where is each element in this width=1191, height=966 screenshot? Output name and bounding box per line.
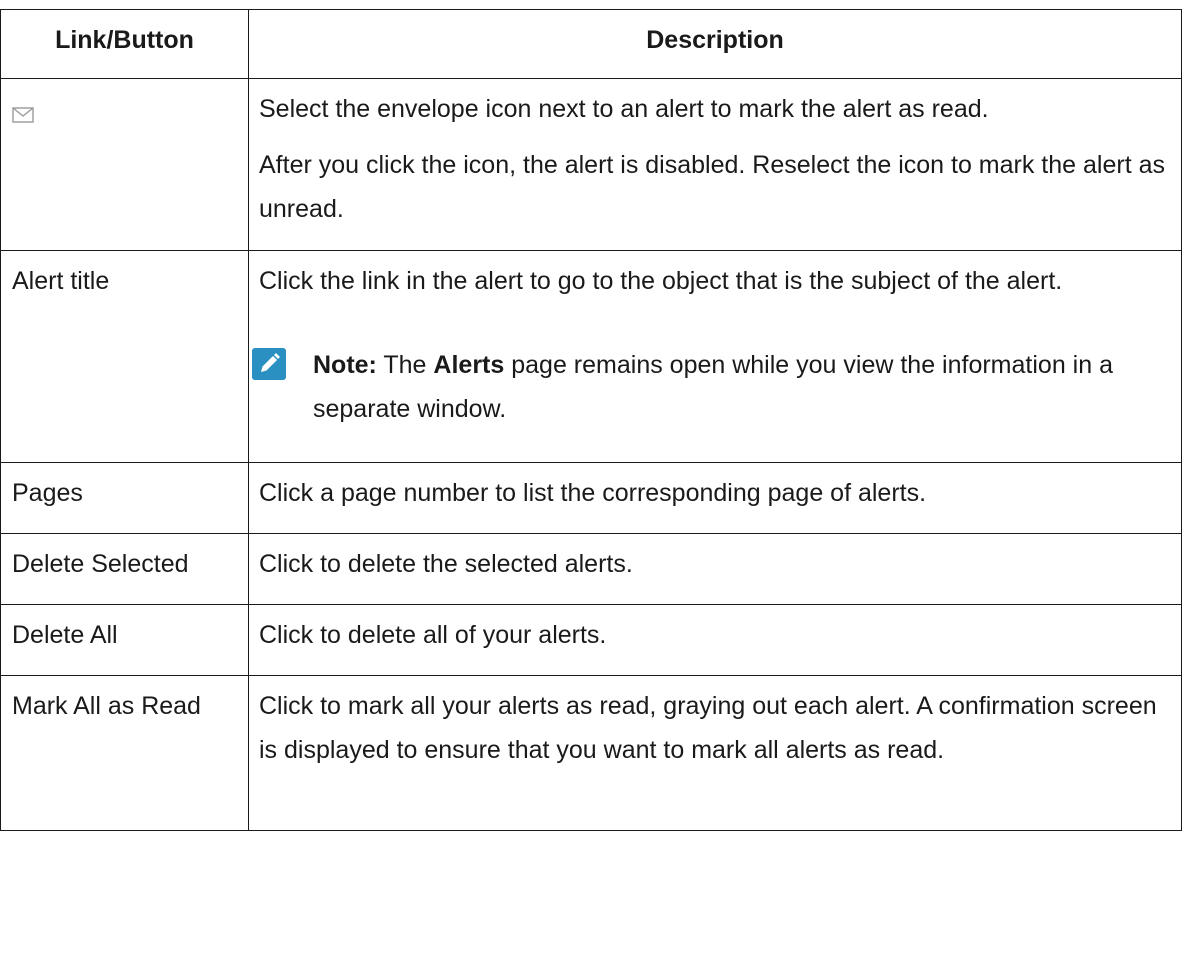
description-cell: Click the link in the alert to go to the… <box>248 250 1182 463</box>
description-text: After you click the icon, the alert is d… <box>259 151 1165 223</box>
header-description: Description <box>248 9 1182 79</box>
description-text: Click to mark all your alerts as read, g… <box>259 692 1157 764</box>
description-cell: Click a page number to list the correspo… <box>248 462 1182 534</box>
link-cell: Pages <box>0 462 249 534</box>
link-cell: Alert title <box>0 250 249 463</box>
note-label: Note: <box>313 351 377 379</box>
description-text: Select the envelope icon next to an aler… <box>259 95 989 123</box>
description-text: Click to delete the selected alerts. <box>259 550 633 578</box>
description-cell: Click to delete the selected alerts. <box>248 533 1182 605</box>
note-text: The <box>376 351 434 379</box>
link-cell <box>0 78 249 251</box>
note-bold-term: Alerts <box>433 351 505 379</box>
table-row: Pages Click a page number to list the co… <box>0 462 1182 534</box>
description-text: Click the link in the alert to go to the… <box>259 267 1063 295</box>
table-row: Delete Selected Click to delete the sele… <box>0 533 1182 605</box>
description-cell: Select the envelope icon next to an aler… <box>248 78 1182 251</box>
description-cell: Click to delete all of your alerts. <box>248 604 1182 676</box>
envelope-icon[interactable] <box>12 93 34 137</box>
link-cell: Delete Selected <box>0 533 249 605</box>
table-row: Select the envelope icon next to an aler… <box>0 78 1182 251</box>
link-cell: Delete All <box>0 604 249 676</box>
description-text: Click a page number to list the correspo… <box>259 479 927 507</box>
note-callout: Note: The Alerts page remains open while… <box>252 343 1171 431</box>
table-row: Alert title Click the link in the alert … <box>0 250 1182 463</box>
table-header-row: Link/Button Description <box>0 9 1182 79</box>
table-row: Delete All Click to delete all of your a… <box>0 604 1182 676</box>
header-link-button: Link/Button <box>0 9 249 79</box>
alerts-links-table: Link/Button Description Select the envel… <box>0 9 1182 831</box>
description-text: Click to delete all of your alerts. <box>259 621 607 649</box>
description-cell: Click to mark all your alerts as read, g… <box>248 675 1182 831</box>
table-row: Mark All as Read Click to mark all your … <box>0 675 1182 831</box>
link-cell: Mark All as Read <box>0 675 249 831</box>
pencil-note-icon <box>251 347 287 381</box>
